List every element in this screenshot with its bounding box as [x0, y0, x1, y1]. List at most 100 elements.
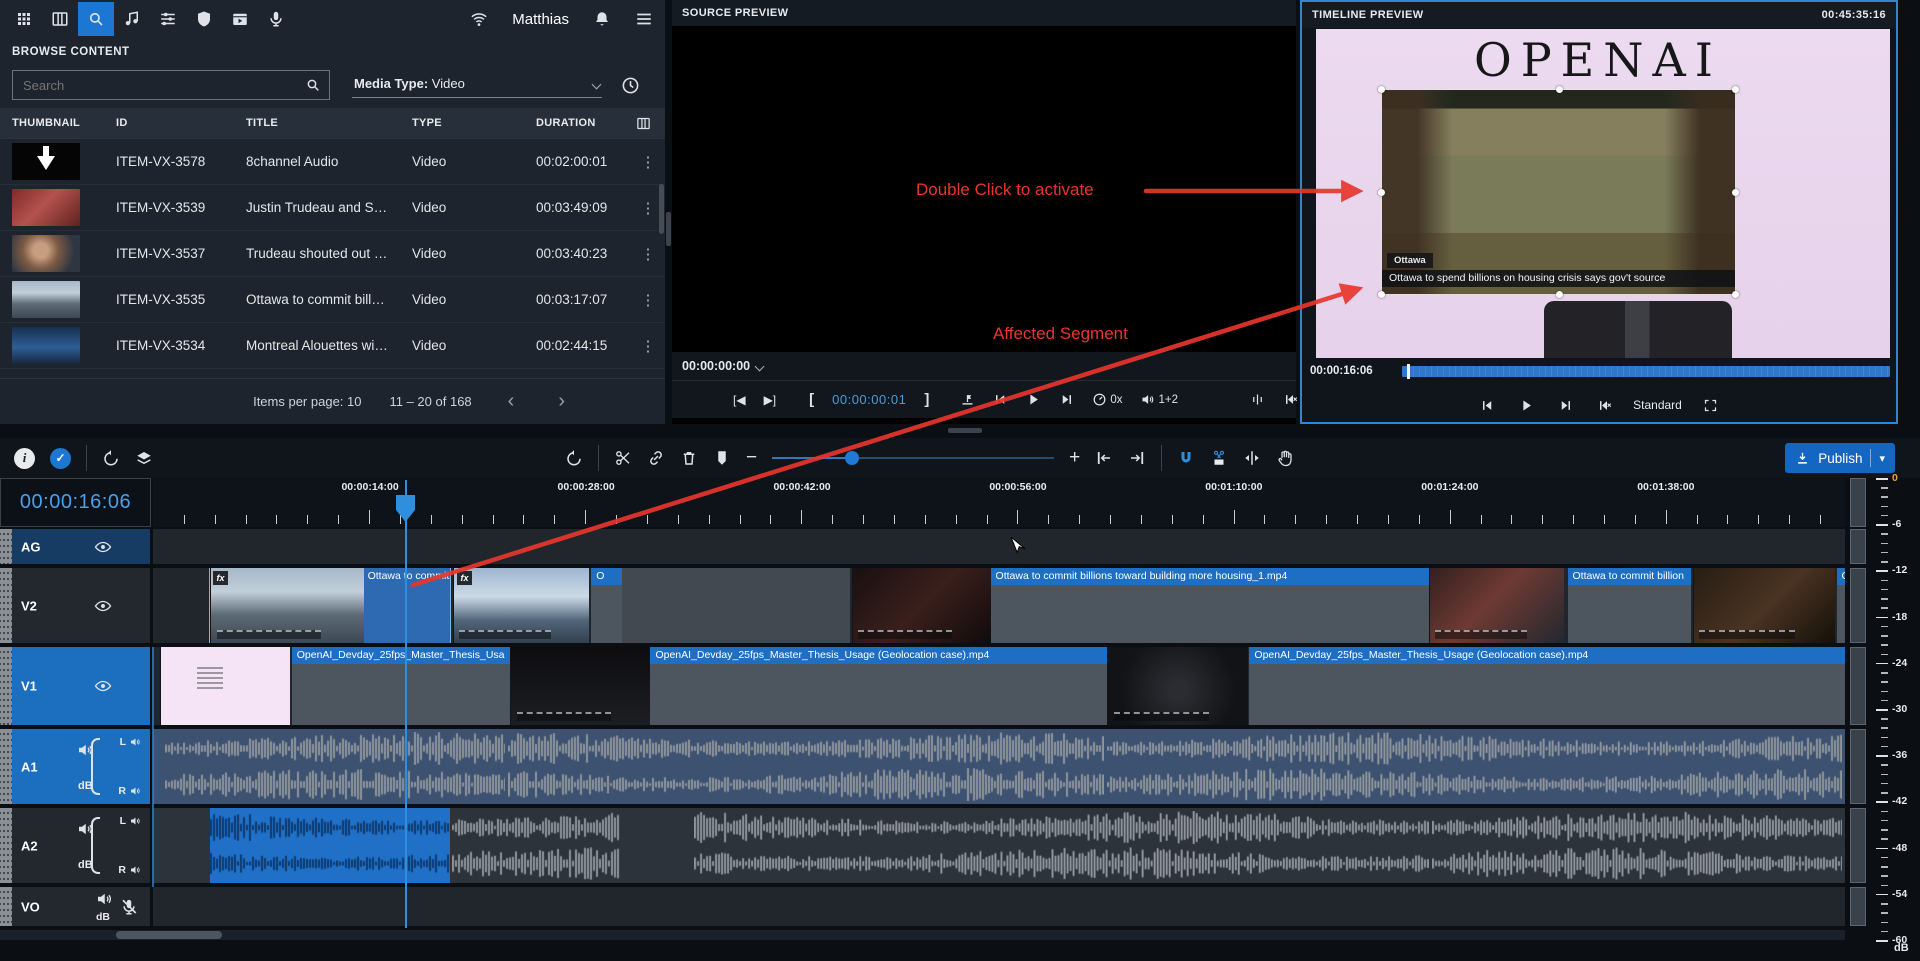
scrub-playhead[interactable]	[1407, 364, 1410, 379]
table-row[interactable]: ITEM-VX-3537Trudeau shouted out …Video00…	[0, 231, 665, 277]
clip-thumbnail[interactable]	[852, 568, 991, 643]
fullscreen-button[interactable]	[1694, 398, 1727, 413]
scale-block[interactable]	[1850, 568, 1866, 643]
panel-splitter-handle[interactable]	[666, 212, 671, 246]
track-drag-handle[interactable]	[0, 887, 12, 926]
hscroll-thumb[interactable]	[116, 931, 222, 939]
pip-handle[interactable]	[1378, 86, 1385, 93]
search-tab-button[interactable]	[78, 2, 114, 36]
mark-timecode[interactable]: 00:00:00:01	[822, 392, 916, 407]
splitter-grip[interactable]	[948, 428, 982, 433]
user-name[interactable]: Matthias	[512, 11, 569, 28]
clip-thumbnail[interactable]	[1429, 568, 1564, 643]
channel-r[interactable]: R	[118, 864, 141, 876]
table-row[interactable]: ITEM-VX-35788channel AudioVideo00:02:00:…	[0, 139, 665, 185]
speed-button[interactable]: 0x	[1083, 392, 1131, 407]
pip-video[interactable]: Ottawa Ottawa to spend billions on housi…	[1381, 89, 1736, 295]
cue-button[interactable]	[951, 392, 984, 407]
timeline-hscrollbar[interactable]	[0, 930, 1845, 940]
audio-clip[interactable]	[165, 729, 505, 804]
timeline-clip[interactable]: OpenAI_Devday_25fps_Master_Thesis_Usage …	[1249, 647, 1845, 725]
row-menu-button[interactable]: ⋮	[634, 291, 662, 309]
prev-page-button[interactable]: ‹	[500, 390, 523, 413]
table-row[interactable]: ITEM-VX-3534Montreal Alouettes wi…Video0…	[0, 323, 665, 369]
playhead-line[interactable]	[405, 480, 407, 928]
match-frame-button[interactable]	[1241, 392, 1274, 407]
clear-marks-button[interactable]	[1588, 398, 1621, 413]
row-menu-button[interactable]: ⋮	[634, 199, 662, 217]
export-button[interactable]	[222, 2, 258, 36]
db-label[interactable]: dB	[96, 911, 110, 923]
clip-thumbnail[interactable]	[510, 647, 650, 725]
pip-handle[interactable]	[1556, 291, 1563, 298]
admin-button[interactable]	[186, 2, 222, 36]
goto-out-button[interactable]: ▶]	[755, 393, 786, 407]
column-type[interactable]: TYPE	[400, 117, 524, 129]
timeline-clip[interactable]: OpenAI_Devday_25fps_Master_Thesis_Usage …	[650, 647, 1107, 725]
track-drag-handle[interactable]	[0, 568, 12, 643]
pip-handle[interactable]	[1378, 189, 1385, 196]
quality-selector[interactable]: Standard	[1633, 398, 1682, 412]
channel-l[interactable]: L	[120, 736, 141, 748]
scale-block[interactable]	[1850, 529, 1866, 564]
track-header-a2[interactable]: A2dBLR	[0, 808, 150, 883]
row-menu-button[interactable]: ⋮	[634, 245, 662, 263]
track-header-vo[interactable]: VOdB	[0, 887, 150, 926]
track-drag-handle[interactable]	[0, 529, 12, 564]
horizontal-splitter[interactable]	[0, 424, 1920, 438]
timeline-clip[interactable]: Ottawa to commit billion	[1568, 568, 1692, 643]
pip-handle[interactable]	[1732, 86, 1739, 93]
track-header-v2[interactable]: V2	[0, 568, 150, 643]
track-drag-handle[interactable]	[0, 729, 12, 804]
channel-l[interactable]: L	[120, 815, 141, 827]
pip-handle[interactable]	[1556, 86, 1563, 93]
clip-thumbnail[interactable]	[1107, 647, 1247, 725]
clip-thumbnail[interactable]: fx	[453, 568, 589, 643]
preview-scrub-bar[interactable]	[1402, 366, 1890, 377]
skip-end-button[interactable]	[1549, 398, 1582, 413]
search-icon[interactable]	[305, 77, 321, 93]
next-page-button[interactable]: ›	[550, 390, 573, 413]
audio-clip[interactable]	[452, 808, 620, 883]
panels-button[interactable]	[42, 2, 78, 36]
channel-r[interactable]: R	[118, 785, 141, 797]
track-header-v1[interactable]: V1	[0, 647, 150, 725]
notifications-button[interactable]	[593, 10, 611, 28]
voiceover-button[interactable]	[258, 2, 294, 36]
play-button[interactable]	[1017, 392, 1050, 407]
mark-in-button[interactable]: [	[801, 391, 822, 408]
mark-out-button[interactable]: ]	[916, 391, 937, 408]
timeline-clip[interactable]: OpenAI_Devday_25fps_Master_Thesis_Usa	[292, 647, 510, 725]
skip-start-button[interactable]	[1471, 398, 1504, 413]
main-menu-button[interactable]	[635, 10, 653, 28]
table-scrollbar[interactable]	[659, 184, 664, 234]
column-settings-button[interactable]	[636, 116, 664, 131]
scale-block[interactable]	[1850, 478, 1866, 527]
column-title[interactable]: TITLE	[234, 117, 400, 129]
search-input[interactable]	[13, 78, 329, 93]
timeline-clip[interactable]: O	[591, 568, 621, 643]
audio-tools-button[interactable]	[114, 2, 150, 36]
audio-clip-selected[interactable]	[210, 808, 450, 883]
audio-clip[interactable]	[1107, 729, 1841, 804]
source-video-area[interactable]	[672, 26, 1296, 352]
table-row[interactable]: ITEM-VX-3535Ottawa to commit bill…Video0…	[0, 277, 665, 323]
goto-in-button[interactable]: [◀	[724, 393, 755, 407]
row-menu-button[interactable]: ⋮	[634, 153, 662, 171]
history-button[interactable]	[618, 73, 642, 97]
prev-frame-button[interactable]	[984, 392, 1017, 407]
pip-handle[interactable]	[1378, 291, 1385, 298]
clip-body[interactable]	[622, 568, 850, 643]
column-duration[interactable]: DURATION	[524, 117, 634, 129]
track-header-ag[interactable]: AG	[0, 529, 150, 564]
media-type-select[interactable]: Media Type: Video	[352, 72, 602, 98]
next-frame-button[interactable]	[1050, 392, 1083, 407]
row-menu-button[interactable]: ⋮	[634, 337, 662, 355]
audio-clip[interactable]	[1432, 808, 1841, 883]
timeline-clip[interactable]: O	[1837, 568, 1845, 643]
clip-thumbnail[interactable]	[1693, 568, 1835, 643]
audio-clip[interactable]	[694, 808, 1428, 883]
audio-channels-button[interactable]: 1+2	[1131, 392, 1187, 407]
column-thumbnail[interactable]: THUMBNAIL	[0, 117, 104, 129]
timeline-clip-selected[interactable]: Ottawa to commitfx	[210, 568, 450, 643]
